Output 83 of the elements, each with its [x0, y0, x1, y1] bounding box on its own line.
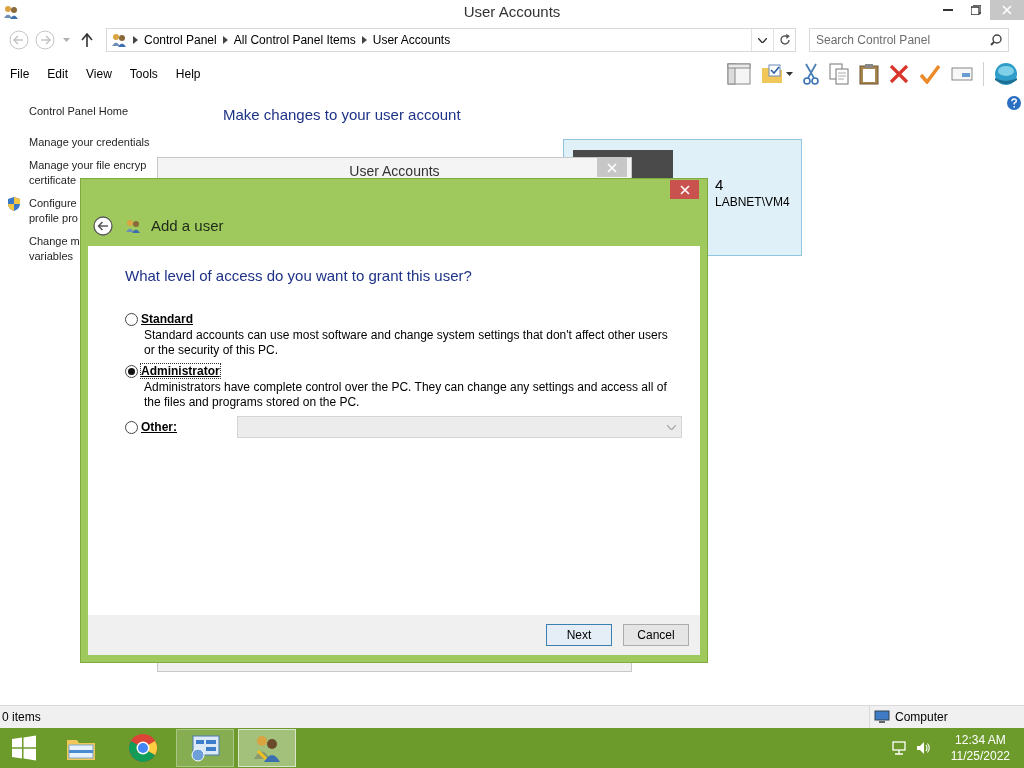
sidebar-link[interactable]: Manage your credentials: [29, 135, 150, 150]
menu-item[interactable]: Tools: [119, 67, 166, 81]
search-field[interactable]: Search Control Panel: [809, 28, 1009, 52]
users-icon: [252, 733, 282, 763]
chrome-icon: [128, 733, 158, 763]
layout-button[interactable]: [727, 63, 751, 85]
delete-button[interactable]: [889, 64, 909, 84]
cut-button[interactable]: [803, 63, 819, 85]
page-heading: Make changes to your user account: [223, 106, 462, 123]
network-icon: [890, 740, 907, 756]
taskbar-app-button[interactable]: [176, 729, 234, 767]
dialog-button[interactable]: Next: [546, 624, 612, 646]
dialog-button[interactable]: Cancel: [623, 624, 689, 646]
refresh-icon: [778, 34, 791, 46]
sidebar-link[interactable]: Control Panel Home: [29, 104, 129, 119]
caret-icon: [758, 37, 767, 43]
folder-check-icon: [761, 63, 783, 85]
menu-item[interactable]: View: [76, 67, 120, 81]
scissors-icon: [803, 63, 819, 85]
clipboard-icon: [859, 63, 879, 85]
account-name: 4: [715, 176, 725, 193]
caret-icon: [667, 424, 676, 430]
shield-icon: [7, 196, 21, 212]
item-count: 0 items: [1, 710, 41, 724]
caret-icon: [62, 38, 70, 42]
breadcrumb-link[interactable]: All Control Panel Items: [233, 33, 356, 47]
up-arrow-icon: [81, 33, 93, 47]
control-panel-icon: [190, 734, 220, 762]
search-icon: [990, 34, 1002, 46]
globe-icon: [994, 62, 1018, 86]
copy-icon: [829, 63, 849, 85]
windows-logo-icon: [11, 735, 37, 761]
sidebar-link[interactable]: Configure profile pro: [29, 196, 78, 226]
chevron-icon: [222, 36, 228, 44]
close-icon: [1002, 5, 1012, 15]
computer-icon: [874, 710, 890, 724]
speaker-icon: [914, 740, 931, 756]
account-domain: LABNET\VM4: [715, 195, 790, 209]
close-button[interactable]: [670, 180, 699, 199]
paste-button[interactable]: [859, 63, 879, 85]
x-icon: [889, 64, 909, 84]
option-label[interactable]: Standard: [141, 312, 193, 326]
option-description: Standard accounts can use most software and change system settings that don't affect other users or the security of this PC.: [144, 328, 669, 358]
globe-button[interactable]: [994, 62, 1018, 86]
option-label[interactable]: Administrator: [141, 364, 220, 378]
radio-button[interactable]: [125, 312, 138, 326]
window-title: User Accounts: [463, 3, 561, 20]
minimize-icon: [943, 9, 953, 11]
window-title: User Accounts: [349, 163, 440, 179]
menu-item[interactable]: Edit: [37, 67, 77, 81]
caret-icon: [786, 72, 793, 76]
close-icon: [679, 184, 690, 195]
organize-button[interactable]: [761, 63, 793, 85]
breadcrumb-link[interactable]: Control Panel: [144, 33, 217, 47]
menu-item[interactable]: Help: [165, 67, 209, 81]
rename-button[interactable]: [951, 66, 973, 82]
users-icon: [3, 4, 19, 20]
taskbar-app-button[interactable]: [238, 729, 296, 767]
chevron-icon: [133, 36, 138, 44]
dialog-title: Add a user: [151, 217, 224, 234]
address-field[interactable]: Control Panel All Control Panel Items User Accounts: [106, 28, 796, 52]
properties-button[interactable]: [919, 64, 941, 84]
copy-button[interactable]: [829, 63, 849, 85]
help-icon: [1007, 96, 1021, 110]
restore-icon: [971, 5, 981, 15]
zone-label: Computer: [895, 710, 948, 724]
pane-layout-icon: [727, 63, 751, 85]
option-label[interactable]: Other:: [141, 420, 177, 434]
option-description: Administrators have complete control over the PC. They can change any settings and access all of the files and programs stored on the PC.: [144, 380, 668, 410]
sidebar-link[interactable]: Change m variables: [29, 234, 80, 264]
menu-item[interactable]: File: [0, 67, 38, 81]
card-icon: [951, 66, 973, 82]
check-mark-icon: [919, 64, 941, 84]
users-icon: [111, 32, 127, 48]
radio-button[interactable]: [125, 420, 138, 434]
users-icon: [125, 217, 141, 234]
close-icon: [607, 162, 617, 173]
radio-button[interactable]: [125, 364, 138, 378]
dialog-question: What level of access do you want to grant this user?: [125, 267, 473, 284]
breadcrumb-link[interactable]: User Accounts: [372, 33, 451, 47]
back-button[interactable]: [93, 215, 113, 236]
chevron-icon: [361, 36, 367, 44]
sidebar-link[interactable]: Manage your file encryp certificate: [29, 158, 147, 188]
